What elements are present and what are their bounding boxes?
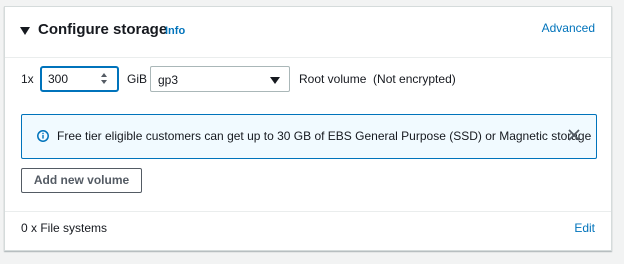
edit-file-systems-link[interactable]: Edit	[574, 221, 595, 235]
add-new-volume-button[interactable]: Add new volume	[21, 168, 142, 193]
root-volume-row: 1x 300 GiB gp3 Root volume (Not encrypte…	[5, 66, 611, 94]
volume-size-input[interactable]: 300	[40, 66, 119, 92]
stepper-up-icon[interactable]	[101, 73, 107, 77]
free-tier-alert: Free tier eligible customers can get up …	[21, 114, 597, 159]
file-systems-label: 0 x File systems	[21, 221, 108, 235]
chevron-down-icon[interactable]	[270, 77, 280, 84]
root-volume-description: Root volume (Not encrypted)	[299, 72, 456, 86]
info-link[interactable]: Info	[165, 25, 185, 37]
size-unit-label: GiB	[127, 72, 148, 86]
volume-multiplier: 1x	[21, 72, 34, 86]
volume-type-select[interactable]: gp3	[150, 66, 290, 92]
close-icon[interactable]	[566, 127, 582, 143]
divider	[5, 211, 611, 212]
configure-storage-panel: Configure storage Info Advanced 1x 300 G…	[4, 6, 612, 251]
stepper-icon[interactable]	[101, 73, 109, 85]
volume-size-value[interactable]: 300	[48, 72, 68, 86]
volume-type-value[interactable]: gp3	[158, 73, 178, 87]
panel-header: Configure storage Info Advanced	[5, 7, 611, 58]
panel-title: Configure storage	[38, 21, 168, 38]
info-circle-icon	[37, 130, 49, 142]
alert-message: Free tier eligible customers can get up …	[57, 129, 592, 143]
collapse-caret-icon[interactable]	[20, 27, 30, 35]
advanced-link[interactable]: Advanced	[542, 21, 595, 35]
stepper-down-icon[interactable]	[101, 80, 107, 84]
